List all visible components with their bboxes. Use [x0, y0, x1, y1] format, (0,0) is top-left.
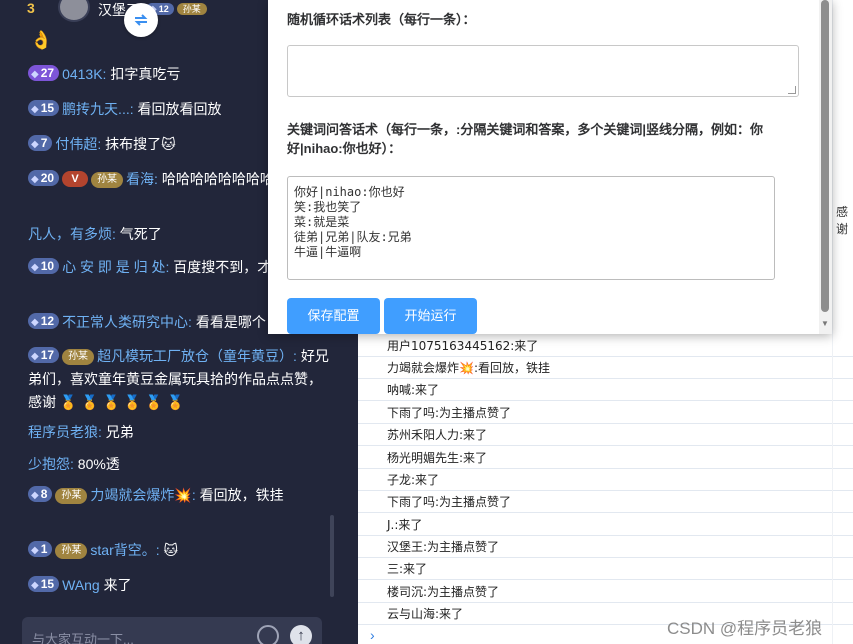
chat-message: 程序员老狼: 兄弟 [28, 424, 134, 440]
fan-badge: 孙某 [62, 349, 95, 365]
chat-message: ◆ 1 孙某 star背空。: 🐱 [28, 539, 333, 562]
side-text: 感谢 [836, 205, 849, 236]
start-run-button[interactable]: 开始运行 [384, 298, 477, 334]
keyword-qa-textarea[interactable]: 你好|nihao:你也好 笑:我也笑了 菜:就是菜 徒弟|兄弟|队友:兄弟 牛逼… [287, 176, 775, 280]
scrollbar-thumb[interactable] [821, 0, 829, 312]
log-row: 子龙:来了 [358, 469, 853, 492]
chat-username[interactable]: 凡人，有多烦: [28, 226, 116, 242]
log-row: 汉堡王:为主播点赞了 [358, 536, 853, 559]
avatar[interactable] [58, 0, 90, 22]
log-row: 呐喊:来了 [358, 379, 853, 402]
resize-handle-icon[interactable] [788, 86, 796, 94]
chat-username[interactable]: WAng [62, 577, 100, 593]
chat-username[interactable]: 少抱怨: [28, 456, 74, 472]
log-row: J.:来了 [358, 514, 853, 537]
watermark: CSDN @程序员老狼 [667, 619, 823, 638]
chat-username[interactable]: star背空。: [90, 542, 159, 558]
fan-badge: 孙某 [55, 488, 88, 504]
swap-icon[interactable] [124, 3, 158, 37]
chat-username[interactable]: 心 安 即 是 归 处: [62, 259, 169, 275]
ok-hand-emoji: 👌 [30, 30, 53, 50]
fan-badge: 孙某 [55, 543, 88, 559]
chat-username[interactable]: 鹏抟九天...: [62, 101, 134, 117]
chat-username[interactable]: 超凡模玩工厂放仓（童年黄豆）: [97, 348, 297, 364]
log-row: 三:来了 [358, 558, 853, 581]
chat-username[interactable]: 力竭就会爆炸💥: [90, 487, 195, 503]
save-config-button[interactable]: 保存配置 [287, 298, 380, 334]
chat-username[interactable]: 付伟超: [55, 136, 101, 152]
keyword-qa-label: 关键词问答话术（每行一条，:分隔关键词和答案，多个关键词|竖线分隔，例如：你好|… [287, 122, 763, 156]
chat-message: ◆ 17 孙某 超凡模玩工厂放仓（童年黄豆）: 好兄弟们，喜欢童年黄豆金属玩具拾的作品… [28, 347, 329, 410]
chat-message: 少抱怨: 80%透 [28, 456, 120, 472]
random-phrases-textarea[interactable] [287, 45, 799, 97]
chat-scrollbar[interactable] [330, 515, 334, 597]
right-gutter [832, 0, 853, 644]
chat-message: ◆ 8 孙某 力竭就会爆炸💥: 看回放，铁挂 [28, 484, 333, 507]
vip-badge: V [62, 171, 89, 187]
chat-username[interactable]: 看海: [126, 171, 158, 187]
chat-username[interactable]: 程序员老狼: [28, 424, 102, 440]
log-row: 楼司沉:为主播点赞了 [358, 581, 853, 604]
scroll-down-icon[interactable]: ▼ [821, 319, 829, 328]
emoji-icon[interactable] [257, 625, 279, 644]
dialog-scrollbar[interactable]: ▼ [819, 0, 832, 334]
chat-username[interactable]: 不正常人类研究中心: [62, 314, 192, 330]
log-row: 下雨了吗:为主播点赞了 [358, 491, 853, 514]
log-row: 下雨了吗:为主播点赞了 [358, 402, 853, 425]
rank-number: 3 [27, 0, 35, 16]
chat-username[interactable]: 0413K: [62, 66, 106, 82]
config-dialog: 随机循环话术列表（每行一条）： 关键词问答话术（每行一条，:分隔关键词和答案，多… [268, 0, 832, 334]
log-row: 苏州禾阳人力:来了 [358, 424, 853, 447]
random-phrases-label: 随机循环话术列表（每行一条）： [287, 12, 476, 27]
log-row: 用户1075163445162:来了 [358, 335, 853, 358]
fan-badge: 孙某 [91, 172, 124, 188]
log-row: 杨光明媚先生:来了 [358, 447, 853, 470]
chat-message: ◆ 15 WAng 来了 [28, 574, 333, 597]
log-row: 力竭就会爆炸💥:看回放，铁挂 [358, 357, 853, 380]
chevron-right-icon[interactable]: › [370, 627, 375, 643]
send-arrow-icon[interactable]: ↑ [290, 625, 312, 644]
